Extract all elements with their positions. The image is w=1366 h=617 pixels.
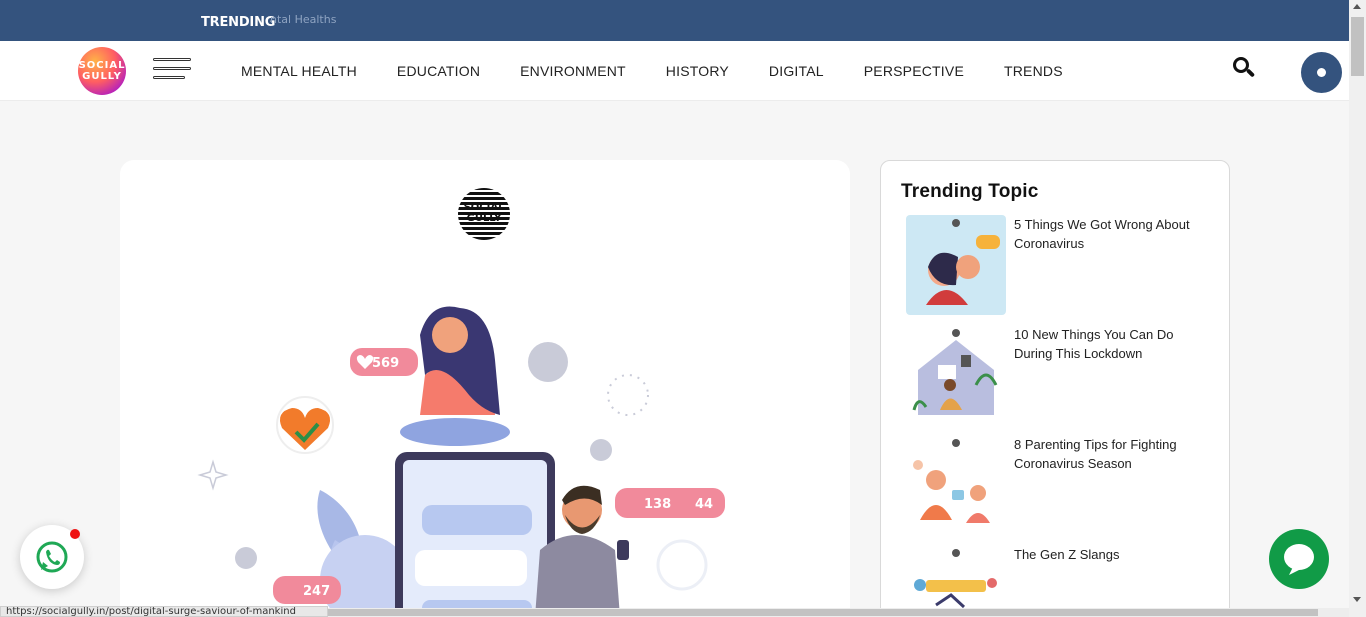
like-count: 569 xyxy=(372,356,399,371)
topic-title[interactable]: 10 New Things You Can Do During This Loc… xyxy=(1014,325,1214,363)
nav-item-perspective[interactable]: PERSPECTIVE xyxy=(864,63,964,79)
topic-thumbnail[interactable] xyxy=(906,545,1006,616)
nav-item-mental-health[interactable]: MENTAL HEALTH xyxy=(241,63,357,79)
trending-topic-item[interactable]: The Gen Z Slangs xyxy=(906,545,1216,616)
topic-title[interactable]: The Gen Z Slangs xyxy=(1014,545,1214,564)
man-phone xyxy=(617,540,629,560)
follower-count: 44 xyxy=(695,497,713,512)
nav-item-digital[interactable]: DIGITAL xyxy=(769,63,824,79)
topic-thumbnail[interactable] xyxy=(906,215,1006,315)
topic-title[interactable]: 5 Things We Got Wrong About Coronavirus xyxy=(1014,215,1214,253)
chat-bubble-2 xyxy=(415,550,527,586)
woman-legs xyxy=(400,418,510,446)
smiley-emoji-1 xyxy=(590,439,612,461)
scroll-down-icon[interactable] xyxy=(1353,597,1361,602)
notification-dot xyxy=(70,529,80,539)
article-illustration: 569 138 44 247 xyxy=(197,306,725,617)
vertical-scroll-thumb[interactable] xyxy=(1351,17,1364,76)
hamburger-menu-icon[interactable] xyxy=(153,58,193,86)
chat-icon xyxy=(1284,544,1314,575)
nav-item-trends[interactable]: TRENDS xyxy=(1004,63,1063,79)
nav-item-history[interactable]: HISTORY xyxy=(666,63,729,79)
nav-item-education[interactable]: EDUCATION xyxy=(397,63,480,79)
nav-item-environment[interactable]: ENVIRONMENT xyxy=(520,63,626,79)
kiss-emoji xyxy=(528,342,568,382)
vertical-scrollbar[interactable] xyxy=(1349,0,1366,617)
topic-thumbnail[interactable] xyxy=(906,325,1006,425)
logo-text: SOCIAL GULLY xyxy=(78,60,126,82)
trending-topic-item[interactable]: 5 Things We Got Wrong About Coronavirus xyxy=(906,215,1216,315)
dotted-circle xyxy=(607,374,649,416)
trending-ticker-text[interactable]: ntal Healths xyxy=(270,13,336,26)
trending-label: TRENDING xyxy=(201,15,276,30)
whatsapp-button[interactable] xyxy=(20,525,84,589)
trending-bar: TRENDING ntal Healths xyxy=(0,0,1349,41)
chat-button[interactable] xyxy=(1269,529,1329,589)
search-icon[interactable] xyxy=(1232,56,1258,82)
smiley-emoji-2 xyxy=(235,547,257,569)
nav-menu: MENTAL HEALTH EDUCATION ENVIRONMENT HIST… xyxy=(241,63,1103,79)
horizontal-scroll-thumb[interactable] xyxy=(328,609,1318,616)
main-nav: SOCIAL GULLY MENTAL HEALTH EDUCATION ENV… xyxy=(0,41,1349,101)
horizontal-scrollbar[interactable] xyxy=(328,608,1349,617)
topic-title[interactable]: 8 Parenting Tips for Fighting Coronaviru… xyxy=(1014,435,1214,473)
comment-count: 247 xyxy=(303,584,330,599)
user-icon[interactable] xyxy=(1301,52,1342,93)
trending-topics-sidebar: Trending Topic 5 Things We Got Wrong Abo… xyxy=(880,160,1230,617)
woman-head xyxy=(432,317,468,353)
trending-topic-item[interactable]: 8 Parenting Tips for Fighting Coronaviru… xyxy=(906,435,1216,535)
heart-count: 138 xyxy=(644,497,671,512)
featured-article-card[interactable]: SOCIAL GULLY 569 138 44 247 xyxy=(120,160,850,617)
status-bar-url: https://socialgully.in/post/digital-surg… xyxy=(0,606,328,617)
circle-deco xyxy=(656,539,708,591)
chat-bubble-1 xyxy=(422,505,532,535)
topic-thumbnail[interactable] xyxy=(906,435,1006,535)
trending-topic-item[interactable]: 10 New Things You Can Do During This Loc… xyxy=(906,325,1216,425)
site-logo[interactable]: SOCIAL GULLY xyxy=(78,47,126,95)
scroll-up-icon[interactable] xyxy=(1353,4,1361,9)
sparkle-icon xyxy=(197,459,229,491)
sidebar-title: Trending Topic xyxy=(901,181,1039,202)
man-body xyxy=(535,535,620,617)
phone-screen xyxy=(403,460,547,617)
